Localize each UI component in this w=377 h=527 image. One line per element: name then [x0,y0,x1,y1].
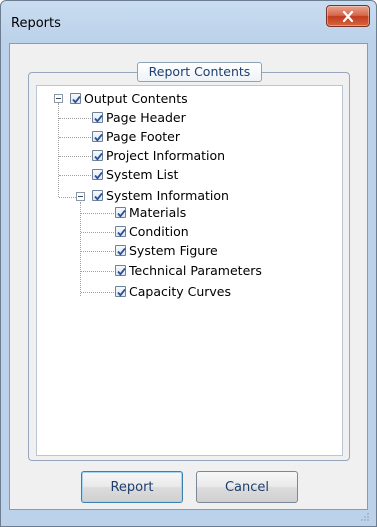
close-icon [342,11,354,22]
tree-node-project-information[interactable]: Project Information [92,147,225,164]
tree-node-system-information[interactable]: System Information [92,187,229,204]
report-button[interactable]: Report [81,471,183,503]
checkmark-icon [117,247,126,256]
window-title: Reports [11,16,61,31]
page-header-checkbox[interactable] [92,112,103,123]
title-bar[interactable]: Reports [1,1,376,43]
tree-node-label: Capacity Curves [129,284,231,299]
tree-node-label: Project Information [106,148,226,163]
tree-node-materials[interactable]: Materials [115,204,186,221]
checkmark-icon [94,152,103,161]
tree-node-label: Page Footer [106,129,181,144]
tree-node-technical-parameters[interactable]: Technical Parameters [115,262,262,279]
system-figure-checkbox[interactable] [115,245,126,256]
tree-node-label: Page Header [106,110,186,125]
tree-node-label: System List [106,167,179,182]
tree-node-label: Condition [129,224,189,239]
tree-connector [59,197,76,198]
tree-node-output-contents[interactable]: Output Contents [70,90,188,107]
tree-node-label: Output Contents [84,91,188,106]
tree-node-system-list[interactable]: System List [92,166,178,183]
capacity-curves-checkbox[interactable] [115,286,126,297]
tree-connector [81,232,114,233]
tree-connector [81,271,114,272]
condition-checkbox[interactable] [115,226,126,237]
collapse-toggle-system-information[interactable] [76,192,85,201]
tree-node-label: System Information [106,188,229,203]
tree-connector [59,118,91,119]
collapse-toggle-output-contents[interactable] [54,94,63,103]
tree-node-capacity-curves[interactable]: Capacity Curves [115,283,231,300]
checkmark-icon [94,192,103,201]
tree-node-system-figure[interactable]: System Figure [115,242,218,259]
checkmark-icon [117,209,126,218]
tree-connector [81,251,114,252]
tree-connector [81,213,114,214]
tree-connector [59,137,91,138]
cancel-button[interactable]: Cancel [196,471,298,503]
checkmark-icon [117,288,126,297]
tree-connector [80,202,81,296]
checkmark-icon [117,228,126,237]
tree-node-page-footer[interactable]: Page Footer [92,128,180,145]
technical-parameters-checkbox[interactable] [115,265,126,276]
checkmark-icon [94,171,103,180]
tree-connector [59,175,91,176]
tree-connector [59,156,91,157]
tree-node-label: Materials [129,205,187,220]
system-list-checkbox[interactable] [92,169,103,180]
tree-node-label: Technical Parameters [129,263,262,278]
checkmark-icon [72,95,81,104]
tree-node-page-header[interactable]: Page Header [92,109,186,126]
close-button[interactable] [326,5,370,27]
resize-grip-icon[interactable] [360,512,370,522]
tree-node-label: System Figure [129,243,218,258]
tree-node-condition[interactable]: Condition [115,223,189,240]
checkmark-icon [94,114,103,123]
page-footer-checkbox[interactable] [92,131,103,142]
tree-connector [81,292,114,293]
output-contents-checkbox[interactable] [70,93,81,104]
materials-checkbox[interactable] [115,207,126,218]
system-information-checkbox[interactable] [92,190,103,201]
project-information-checkbox[interactable] [92,150,103,161]
group-legend: Report Contents [137,62,262,82]
checkmark-icon [117,267,126,276]
checkmark-icon [94,133,103,142]
